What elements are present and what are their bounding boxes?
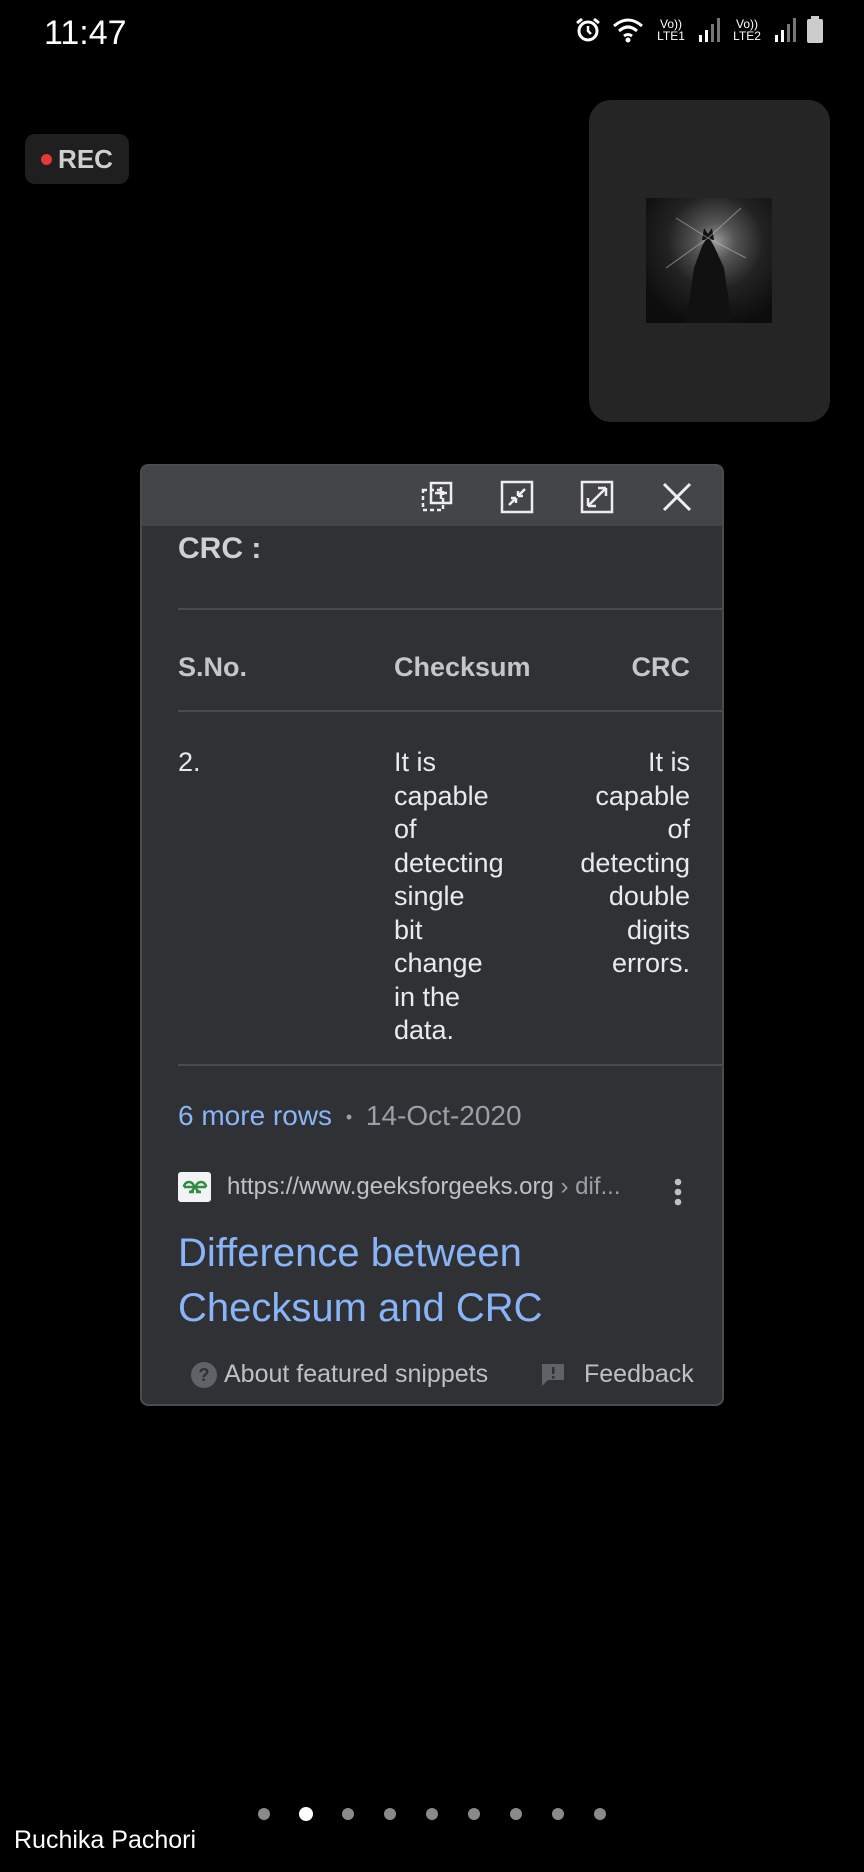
page-dot[interactable]	[384, 1808, 396, 1820]
status-bar: 11:47 Vo)) LTE1 Vo)) LTE2	[0, 0, 864, 70]
divider	[178, 710, 722, 712]
more-options-icon[interactable]	[674, 1178, 682, 1206]
sim2-label: Vo)) LTE2	[733, 17, 761, 43]
separator: •	[345, 1107, 353, 1128]
page-dot-active[interactable]	[299, 1807, 313, 1821]
about-snippets-label: About featured snippets	[224, 1360, 489, 1388]
close-icon[interactable]	[660, 480, 694, 514]
cell-crc: It is capable of detecting double digits…	[580, 747, 690, 978]
owner-name: Ruchika Pachori	[14, 1826, 197, 1854]
page-dot[interactable]	[342, 1808, 354, 1820]
camera-thumbnail	[646, 198, 772, 323]
page-dot[interactable]	[552, 1808, 564, 1820]
page-dot[interactable]	[468, 1808, 480, 1820]
alarm-icon	[576, 17, 600, 42]
rec-label: REC	[58, 143, 113, 174]
section-title: CRC :	[178, 532, 262, 565]
copy-window-icon[interactable]	[420, 480, 454, 514]
more-rows-line: 6 more rows • 14-Oct-2020	[178, 1100, 522, 1132]
svg-text:?: ?	[199, 1365, 210, 1385]
help-icon: ?	[191, 1361, 217, 1388]
wifi-icon	[613, 18, 643, 43]
feedback-icon	[542, 1363, 564, 1386]
rec-badge: REC	[25, 134, 129, 184]
snippet-date: 14-Oct-2020	[365, 1100, 522, 1131]
signal-icon	[699, 18, 720, 42]
result-title-link[interactable]: Difference between Checksum and CRC	[178, 1226, 543, 1336]
page-dot[interactable]	[594, 1808, 606, 1820]
geeksforgeeks-favicon-icon	[178, 1172, 211, 1202]
header-sno: S.No.	[178, 652, 248, 682]
source-url[interactable]: https://www.geeksforgeeks.org › dif...	[227, 1173, 621, 1201]
page-dot[interactable]	[510, 1808, 522, 1820]
status-icons: Vo)) LTE1 Vo)) LTE2	[574, 16, 824, 44]
rec-dot-icon	[41, 153, 53, 165]
feedback-button[interactable]: Feedback	[540, 1360, 694, 1389]
page-dot[interactable]	[258, 1808, 270, 1820]
page-indicator	[0, 1807, 864, 1828]
divider	[178, 608, 722, 610]
source-row[interactable]: https://www.geeksforgeeks.org › dif...	[178, 1172, 621, 1202]
cell-sno: 2.	[178, 747, 201, 777]
header-crc: CRC	[631, 652, 691, 682]
cell-checksum: It is capable of detecting single bit ch…	[394, 747, 504, 1045]
battery-icon	[807, 16, 823, 43]
divider	[178, 1064, 722, 1066]
featured-snippet-popup: CRC : S.No. Checksum CRC 2. It is capabl…	[140, 464, 724, 1406]
feedback-label: Feedback	[584, 1360, 694, 1388]
signal-icon	[775, 18, 796, 42]
sim1-label: Vo)) LTE1	[657, 17, 685, 43]
status-time: 11:47	[44, 14, 127, 52]
about-snippets-button[interactable]: ? About featured snippets	[190, 1360, 488, 1389]
minimize-icon[interactable]	[500, 480, 534, 514]
camera-preview[interactable]	[589, 100, 830, 422]
maximize-icon[interactable]	[580, 480, 614, 514]
popup-toolbar	[142, 466, 722, 526]
more-rows-link[interactable]: 6 more rows	[178, 1100, 332, 1131]
header-checksum: Checksum	[394, 652, 531, 682]
page-dot[interactable]	[426, 1808, 438, 1820]
